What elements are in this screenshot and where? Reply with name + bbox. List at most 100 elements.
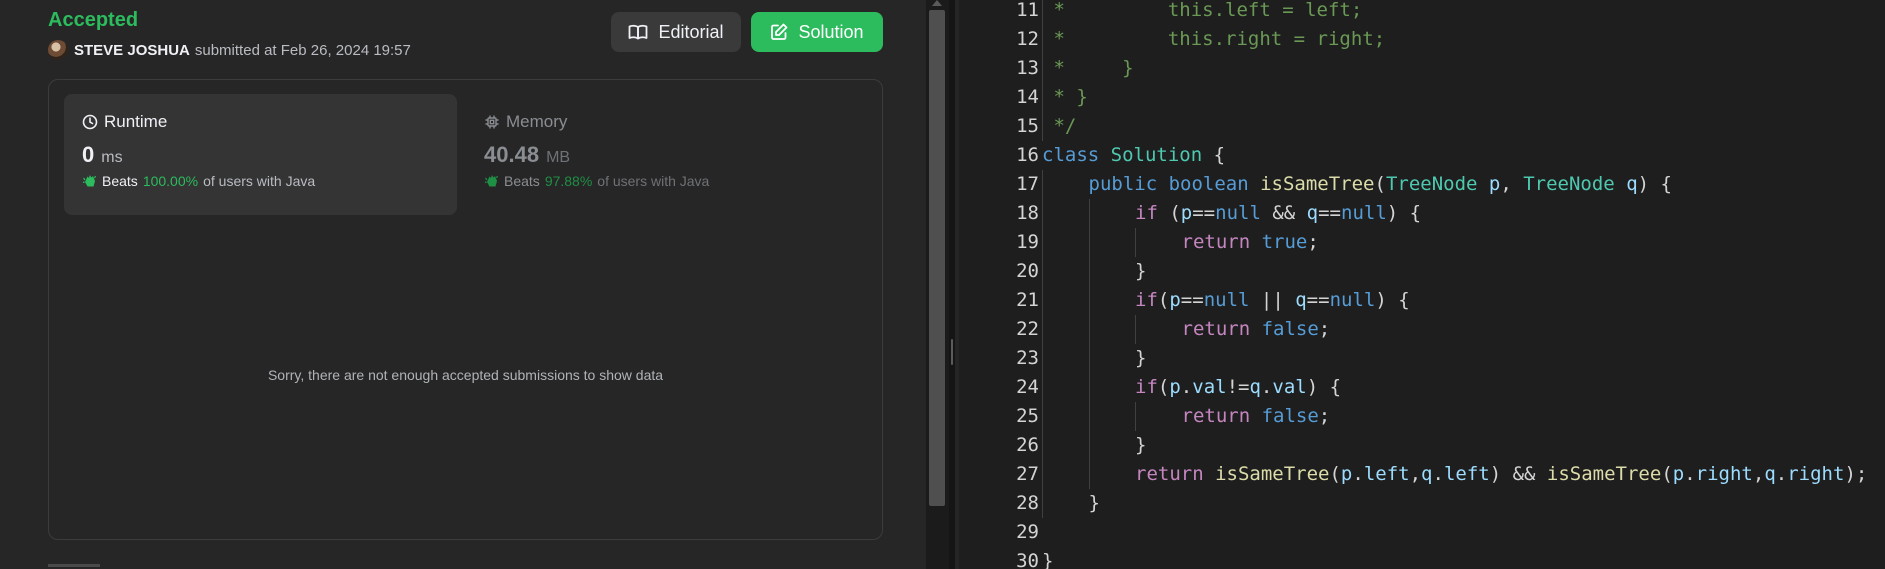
code-token: return: [1181, 231, 1262, 253]
clap-icon: [484, 175, 499, 187]
code-token: p: [1672, 463, 1685, 485]
indent-guide: [1088, 315, 1090, 344]
code-token: ,: [1752, 463, 1765, 485]
memory-unit: MB: [546, 149, 571, 166]
code-editor[interactable]: 11 * this.left = left; 12 * this.right = …: [955, 0, 1885, 569]
line-number: 18: [1016, 202, 1039, 224]
indent-guide: [1042, 431, 1043, 460]
code-line: 28}: [955, 489, 1885, 518]
code-token: isSameTree: [1260, 173, 1375, 195]
code-token: (: [1157, 376, 1170, 398]
scroll-up-arrow-icon[interactable]: [932, 0, 942, 6]
code-token: false: [1261, 405, 1319, 427]
indent-guide: [1042, 257, 1043, 286]
code-token: if: [1135, 202, 1158, 224]
line-number: 23: [1016, 347, 1039, 369]
code-token: .: [1684, 463, 1696, 485]
code-token: ;: [1318, 405, 1331, 427]
code-token: null: [1215, 202, 1261, 224]
indent-guide: [1088, 431, 1090, 460]
code-text: */: [1042, 112, 1076, 141]
code-token: (: [1157, 289, 1170, 311]
runtime-beats: Beats 100.00% of users with Java: [82, 173, 457, 189]
line-number: 13: [1016, 57, 1039, 79]
code-token: val: [1192, 376, 1227, 398]
line-number: 22: [1016, 318, 1039, 340]
code-line: 25 return false;: [955, 402, 1885, 431]
username-link[interactable]: STEVE JOSHUA: [74, 42, 190, 59]
code-token: q: [1764, 463, 1776, 485]
memory-value-row: 40.48 MB: [484, 142, 859, 172]
indent-guide: [1042, 344, 1043, 373]
code-token: ) &&: [1489, 463, 1547, 485]
code-line: 21 if(p==null || q==null) {: [955, 286, 1885, 315]
code-token: ==: [1180, 289, 1204, 311]
code-text: public boolean isSameTree(TreeNode p, Tr…: [1089, 170, 1672, 199]
line-number: 16: [1016, 144, 1039, 166]
code-token: p: [1477, 173, 1501, 195]
runtime-value-row: 0 ms: [82, 142, 457, 172]
code-text: return false;: [1182, 315, 1331, 344]
code-token: left: [1363, 463, 1410, 485]
code-text: }: [1042, 547, 1053, 569]
memory-stat[interactable]: Memory 40.48 MB Beats 97.88% of users wi…: [466, 94, 859, 215]
editorial-label: Editorial: [658, 21, 724, 42]
code-token: * this.left = left;: [1042, 0, 1363, 21]
memory-header: Memory: [484, 112, 859, 132]
line-number: 26: [1016, 434, 1039, 456]
editorial-button[interactable]: Editorial: [611, 12, 741, 52]
avatar[interactable]: [48, 40, 68, 60]
code-token: q: [1306, 202, 1319, 224]
chip-icon: [485, 115, 499, 129]
code-text: class Solution {: [1042, 141, 1225, 170]
scrollbar-thumb[interactable]: [929, 10, 945, 506]
code-token: ==: [1192, 202, 1216, 224]
indent-guide: [1042, 199, 1043, 228]
code-line: 20}: [955, 257, 1885, 286]
runtime-stat[interactable]: Runtime 0 ms Beats 100.00% of users with…: [64, 94, 457, 215]
code-token: ) {: [1637, 173, 1672, 195]
code-line: 12 * this.right = right;: [955, 25, 1885, 54]
code-token: ,: [1409, 463, 1422, 485]
code-token: null: [1329, 289, 1376, 311]
indent-guide: [1088, 402, 1090, 431]
code-token: * }: [1042, 86, 1088, 108]
code-token: }: [1135, 347, 1147, 369]
left-panel-scrollbar[interactable]: [926, 0, 949, 569]
code-line: 19 return true;: [955, 228, 1885, 257]
code-token: q: [1421, 463, 1433, 485]
runtime-beats-tail: of users with Java: [203, 173, 316, 189]
code-token: boolean: [1168, 173, 1261, 195]
code-text: if (p==null && q==null) {: [1135, 199, 1421, 228]
memory-label: Memory: [506, 112, 568, 131]
code-token: class: [1042, 144, 1111, 166]
code-line: 16 class Solution {: [955, 141, 1885, 170]
code-token: return: [1135, 463, 1216, 485]
code-token: if: [1135, 289, 1158, 311]
code-text: if(p.val!=q.val) {: [1135, 373, 1341, 402]
code-token: .: [1432, 463, 1444, 485]
code-text: }: [1135, 257, 1146, 286]
code-token: {: [1202, 144, 1226, 166]
indent-guide: [1042, 228, 1043, 257]
line-number: 24: [1016, 376, 1039, 398]
indent-guide: [1042, 170, 1043, 199]
indent-guide: [1088, 373, 1090, 402]
code-token: ==: [1318, 202, 1341, 224]
code-token: p: [1340, 463, 1353, 485]
indent-guide: [1042, 402, 1043, 431]
code-token: (: [1661, 463, 1673, 485]
indent-guide: [1088, 344, 1090, 373]
code-token: .: [1352, 463, 1364, 485]
code-token: }: [1042, 550, 1054, 569]
code-token: (: [1157, 202, 1181, 224]
code-token: right: [1787, 463, 1845, 485]
code-text: * this.left = left;: [1042, 0, 1362, 25]
status-title: Accepted: [48, 9, 139, 31]
solution-button[interactable]: Solution: [751, 12, 883, 52]
code-line: 14 * }: [955, 83, 1885, 112]
code-text: }: [1135, 344, 1146, 373]
submission-result-panel: Accepted STEVE JOSHUA submitted at Feb 2…: [0, 0, 926, 569]
solution-label: Solution: [798, 21, 864, 42]
code-token: return: [1181, 405, 1262, 427]
